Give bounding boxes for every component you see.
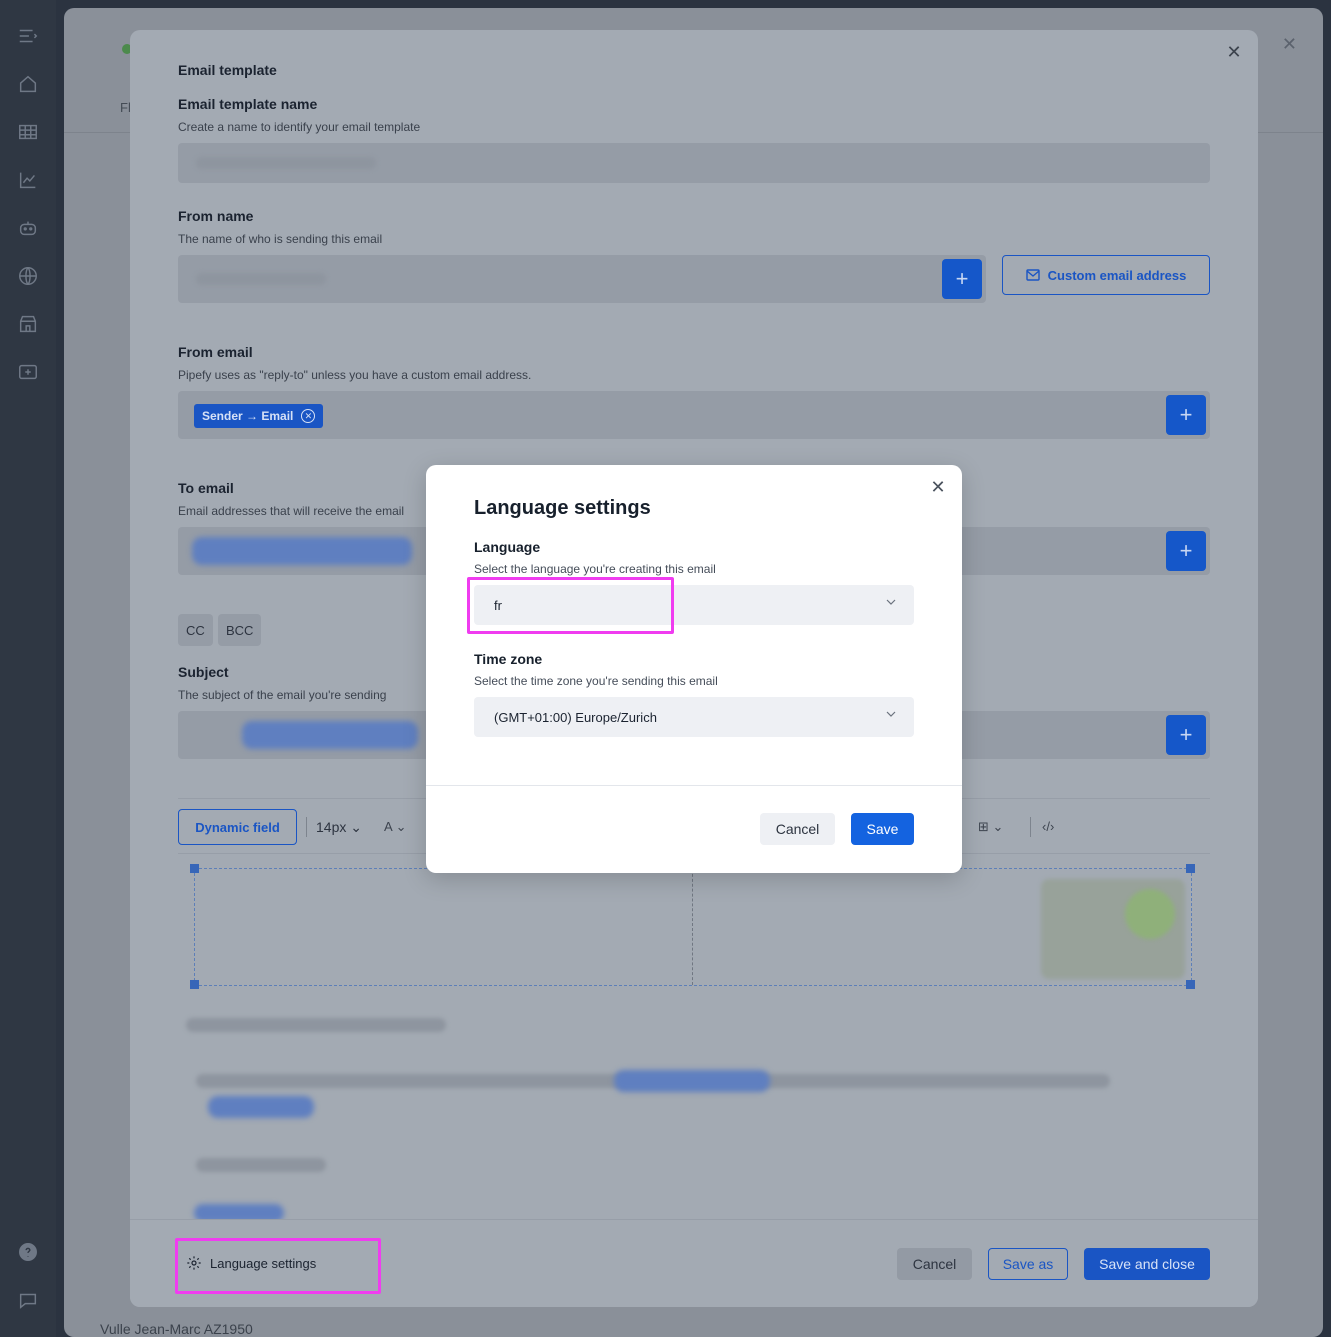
font-size-value: 14px <box>316 819 347 835</box>
resize-handle[interactable] <box>190 864 199 873</box>
from-name-help: The name of who is sending this email <box>178 232 383 246</box>
resize-handle[interactable] <box>1186 980 1195 989</box>
modal-title: Email template <box>178 62 277 78</box>
add-box-icon[interactable] <box>16 360 40 384</box>
dialog-save-button[interactable]: Save <box>851 813 914 845</box>
resize-handle[interactable] <box>190 980 199 989</box>
chart-icon[interactable] <box>16 168 40 192</box>
blurred-link <box>208 1096 314 1118</box>
chevron-down-icon: ⌄ <box>350 819 362 835</box>
menu-icon[interactable] <box>16 24 40 48</box>
chevron-down-icon <box>886 599 896 605</box>
dynamic-field-button[interactable]: Dynamic field <box>178 809 297 845</box>
from-email-input[interactable] <box>178 391 1210 439</box>
plus-icon: + <box>1179 722 1193 747</box>
store-icon[interactable] <box>16 312 40 336</box>
subject-help: The subject of the email you're sending <box>178 688 387 702</box>
plus-icon: + <box>955 266 969 291</box>
save-and-close-button[interactable]: Save and close <box>1084 1248 1210 1280</box>
timezone-help: Select the time zone you're sending this… <box>474 674 718 688</box>
from-name-add-button[interactable]: + <box>942 259 982 299</box>
dialog-divider <box>426 785 962 786</box>
to-email-help: Email addresses that will receive the em… <box>178 504 405 518</box>
language-help: Select the language you're creating this… <box>474 562 716 576</box>
from-email-chip[interactable]: Sender → Email ✕ <box>194 404 324 428</box>
template-name-help: Create a name to identify your email tem… <box>178 120 421 134</box>
dialog-title: Language settings <box>474 497 651 519</box>
resize-handle[interactable] <box>1186 864 1195 873</box>
blurred-link <box>614 1070 770 1092</box>
from-name-input[interactable] <box>178 255 986 303</box>
font-size-select[interactable]: 14px ⌄ <box>316 819 362 836</box>
language-select[interactable]: fr <box>474 585 914 625</box>
template-name-input[interactable] <box>178 143 1210 183</box>
from-name-label: From name <box>178 208 254 224</box>
to-email-add-button[interactable]: + <box>1166 531 1206 571</box>
close-icon[interactable]: ✕ <box>1282 34 1297 55</box>
column-divider <box>692 869 693 985</box>
timezone-select[interactable]: (GMT+01:00) Europe/Zurich <box>474 697 914 737</box>
table-insert-icon[interactable]: ⊞ ⌄ <box>978 819 1003 835</box>
custom-email-label: Custom email address <box>1047 267 1187 283</box>
table-icon[interactable] <box>16 120 40 144</box>
home-icon[interactable] <box>16 72 40 96</box>
timezone-value: (GMT+01:00) Europe/Zurich <box>494 709 657 725</box>
save-as-button[interactable]: Save as <box>988 1248 1068 1280</box>
text-color-icon[interactable]: A ⌄ <box>384 819 406 835</box>
chip-label: Sender → Email <box>202 409 294 423</box>
chat-icon[interactable] <box>16 1288 40 1312</box>
from-email-help: Pipefy uses as "reply-to" unless you hav… <box>178 368 532 382</box>
close-icon[interactable]: ✕ <box>928 477 948 497</box>
dialog-cancel-button[interactable]: Cancel <box>760 813 835 845</box>
subject-add-button[interactable]: + <box>1166 715 1206 755</box>
from-email-label: From email <box>178 344 253 360</box>
bot-icon[interactable] <box>16 216 40 240</box>
cancel-button[interactable]: Cancel <box>897 1248 972 1280</box>
plus-icon: + <box>1179 402 1193 427</box>
subject-label: Subject <box>178 664 229 680</box>
help-icon[interactable] <box>16 1240 40 1264</box>
bcc-button[interactable]: BCC <box>218 614 262 646</box>
editor-content-block[interactable] <box>194 868 1192 986</box>
mail-icon <box>1025 269 1040 281</box>
from-email-add-button[interactable]: + <box>1166 395 1206 435</box>
background-footer-text: Vulle Jean-Marc AZ1950 <box>100 1321 253 1337</box>
plus-icon: + <box>1179 538 1193 563</box>
close-icon[interactable]: ✕ <box>1224 42 1244 62</box>
blurred-text <box>186 1018 446 1032</box>
gear-icon <box>187 1256 201 1270</box>
language-settings-button[interactable]: Language settings <box>186 1248 316 1278</box>
chevron-down-icon <box>886 711 896 717</box>
toolbar-divider <box>306 817 307 837</box>
close-icon[interactable]: ✕ <box>301 409 316 423</box>
code-view-icon[interactable]: ‹/› <box>1042 819 1054 834</box>
cc-button[interactable]: CC <box>178 614 213 646</box>
language-label: Language <box>474 539 541 555</box>
language-settings-label: Language settings <box>210 1255 317 1271</box>
language-value: fr <box>494 597 502 613</box>
custom-email-address-button[interactable]: Custom email address <box>1002 255 1210 295</box>
toolbar-divider <box>1030 817 1031 837</box>
language-settings-dialog: ✕ Language settings Language Select the … <box>426 465 962 873</box>
globe-icon[interactable] <box>16 264 40 288</box>
blurred-text <box>196 1158 326 1172</box>
template-name-label: Email template name <box>178 96 318 112</box>
timezone-label: Time zone <box>474 651 543 667</box>
to-email-label: To email <box>178 480 234 496</box>
modal-footer: Language settings Cancel Save as Save an… <box>130 1219 1258 1307</box>
app-sidebar <box>0 0 56 1337</box>
